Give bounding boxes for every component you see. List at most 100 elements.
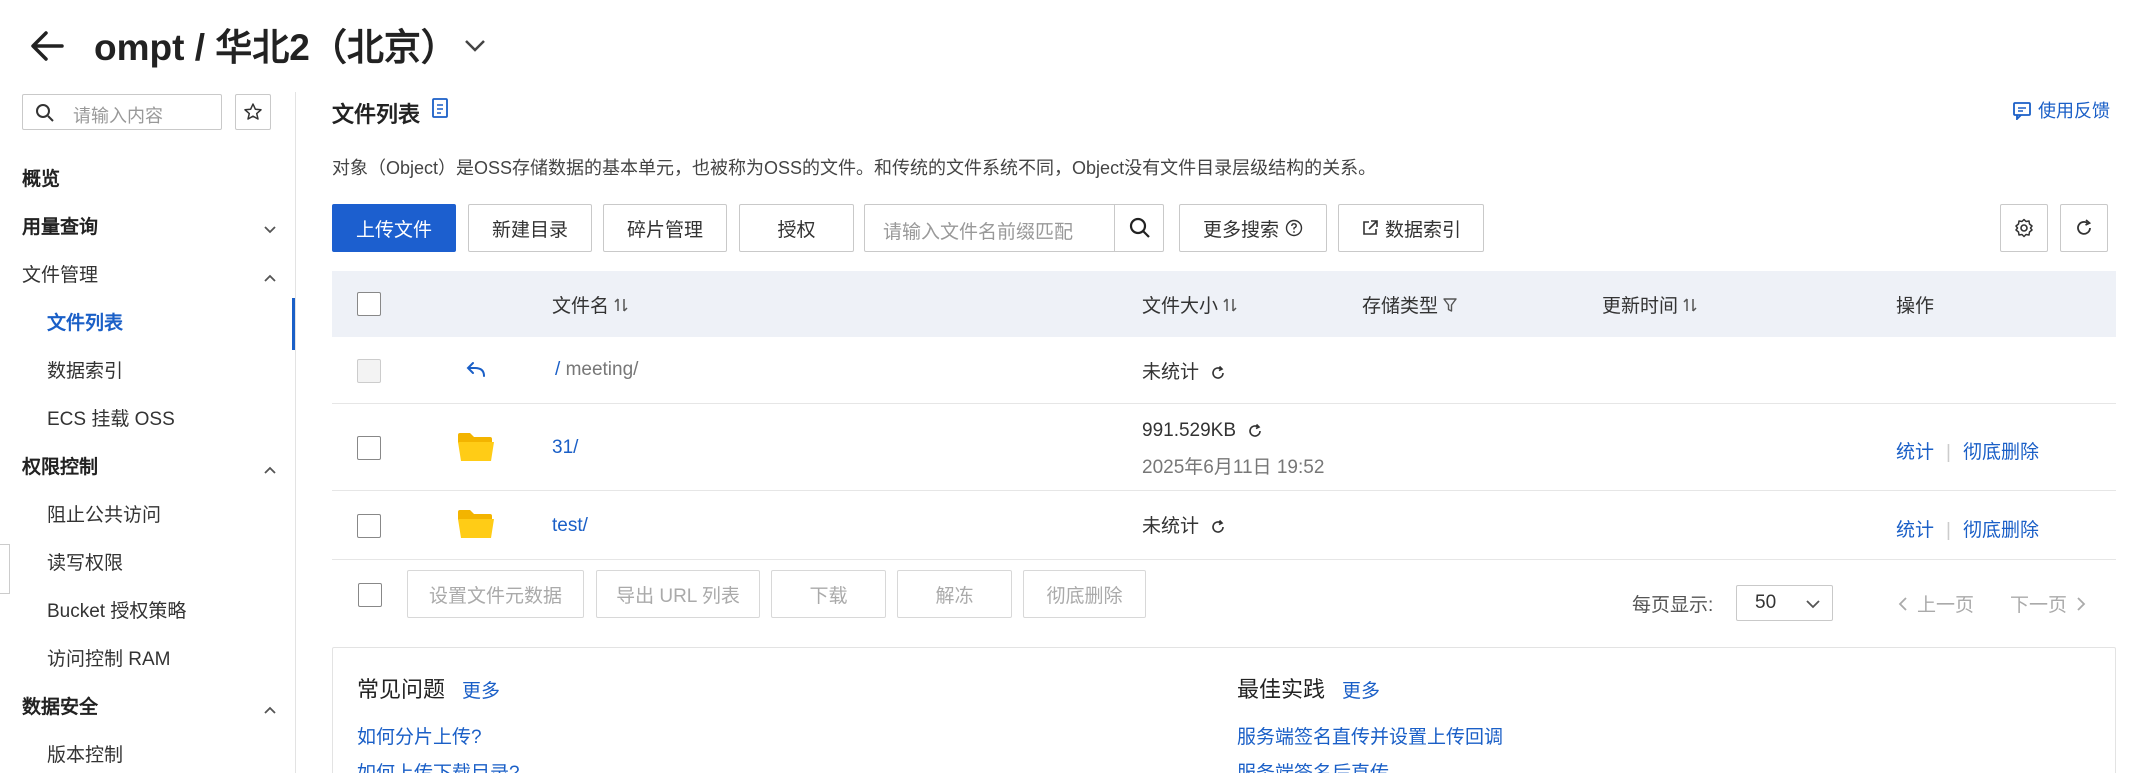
document-icon[interactable]: [430, 97, 450, 119]
sidebar-item-data-security[interactable]: 数据安全: [22, 695, 98, 721]
data-index-button[interactable]: 数据索引: [1338, 204, 1484, 252]
sidebar-collapse-handle[interactable]: [0, 544, 10, 594]
stat-link[interactable]: 统计: [1896, 520, 1934, 541]
next-page-label: 下一页: [2010, 595, 2068, 616]
parent-path[interactable]: / meeting/: [555, 359, 638, 381]
best-practice-link[interactable]: 服务端签名直传并设置上传回调: [1237, 722, 1503, 749]
refresh-icon[interactable]: [1247, 423, 1263, 439]
gear-icon: [2015, 218, 2033, 238]
chevron-up-icon[interactable]: [262, 462, 278, 478]
new-directory-button[interactable]: 新建目录: [468, 204, 592, 252]
parent-size-value: 未统计: [1142, 362, 1200, 383]
sidebar-item-usage[interactable]: 用量查询: [22, 215, 98, 241]
file-name-link[interactable]: 31/: [552, 437, 578, 459]
fragments-label: 碎片管理: [626, 219, 703, 241]
table-header: 文件名 文件大小 存储类型 更新时间 操作: [332, 271, 2116, 337]
sidebar-item-versioning[interactable]: 版本控制: [47, 743, 123, 769]
chevron-up-icon[interactable]: [262, 702, 278, 718]
sidebar-item-access-control[interactable]: 权限控制: [22, 455, 98, 481]
chevron-down-icon[interactable]: [262, 222, 278, 238]
settings-button[interactable]: [2000, 204, 2048, 252]
delete-link[interactable]: 彻底删除: [1963, 442, 2039, 463]
row-checkbox[interactable]: [357, 514, 381, 538]
favorite-button[interactable]: [235, 94, 271, 130]
authorize-button[interactable]: 授权: [739, 204, 854, 252]
sort-icon[interactable]: [613, 296, 629, 314]
chevron-down-icon[interactable]: [460, 30, 490, 60]
best-practice-header: 最佳实践 更多: [1237, 672, 1380, 704]
unfreeze-button[interactable]: 解冻: [897, 570, 1012, 618]
upload-button[interactable]: 上传文件: [332, 204, 456, 252]
select-all-checkbox[interactable]: [357, 292, 381, 316]
sidebar-item-ram[interactable]: 访问控制 RAM: [47, 647, 171, 673]
sidebar-item-bucket-policy[interactable]: Bucket 授权策略: [47, 599, 186, 625]
bulk-delete-label: 彻底删除: [1046, 585, 1123, 607]
sidebar-item-file-list[interactable]: 文件列表: [47, 311, 123, 337]
data-index-label: 数据索引: [1384, 219, 1461, 241]
download-button[interactable]: 下载: [771, 570, 886, 618]
unfreeze-label: 解冻: [935, 585, 974, 607]
sidebar-item-file-management[interactable]: 文件管理: [22, 263, 98, 289]
authorize-label: 授权: [777, 219, 816, 241]
stat-link[interactable]: 统计: [1896, 442, 1934, 463]
search-icon: [36, 104, 54, 122]
return-arrow-icon[interactable]: [464, 359, 488, 381]
file-name-link[interactable]: test/: [552, 515, 588, 537]
column-size[interactable]: 文件大小: [1142, 291, 1238, 318]
row-checkbox[interactable]: [357, 436, 381, 460]
file-date: 2025年6月11日 19:52: [1142, 457, 1325, 478]
sidebar-search-input[interactable]: 请输入内容: [22, 94, 222, 130]
per-page-select[interactable]: 50: [1736, 585, 1833, 621]
chevron-up-icon[interactable]: [262, 270, 278, 286]
best-practice-link[interactable]: 服务端签名后直传: [1237, 758, 1389, 773]
fragments-button[interactable]: 碎片管理: [603, 204, 727, 252]
column-updated[interactable]: 更新时间: [1602, 291, 1698, 318]
chevron-right-icon: [2077, 596, 2086, 611]
file-search-button[interactable]: [1114, 204, 1164, 252]
refresh-button[interactable]: [2060, 204, 2108, 252]
sidebar-search-placeholder: 请输入内容: [73, 106, 163, 126]
table-row-parent[interactable]: / meeting/ 未统计: [332, 337, 2116, 404]
sidebar-item-rw-permission[interactable]: 读写权限: [47, 551, 123, 577]
delete-link[interactable]: 彻底删除: [1963, 520, 2039, 541]
table-row[interactable]: 31/ 991.529KB 2025年6月11日 19:52 统计 | 彻底删除: [332, 404, 2116, 491]
refresh-icon: [2077, 219, 2092, 235]
sort-icon[interactable]: [1222, 296, 1238, 314]
row-actions: 统计 | 彻底删除: [1896, 437, 2039, 464]
footer-select-all-checkbox[interactable]: [358, 583, 382, 607]
prev-page-button[interactable]: 上一页: [1897, 590, 1974, 617]
sort-icon[interactable]: [1682, 296, 1698, 314]
star-icon: [244, 103, 262, 120]
faq-link[interactable]: 如何上传下载目录?: [357, 758, 520, 773]
feedback-link[interactable]: 使用反馈: [2012, 97, 2110, 123]
refresh-icon[interactable]: [1210, 365, 1226, 381]
column-storage[interactable]: 存储类型: [1362, 291, 1458, 318]
table-row[interactable]: test/ 未统计 统计 | 彻底删除: [332, 491, 2116, 560]
export-url-button[interactable]: 导出 URL 列表: [596, 570, 760, 618]
faq-more-link[interactable]: 更多: [462, 681, 500, 702]
sidebar-item-block-public[interactable]: 阻止公共访问: [47, 503, 161, 529]
file-size: 未统计: [1142, 511, 1226, 538]
folder-icon: [458, 433, 494, 461]
set-metadata-button[interactable]: 设置文件元数据: [407, 570, 584, 618]
sidebar-item-overview[interactable]: 概览: [22, 167, 60, 193]
feedback-icon: [2013, 102, 2031, 120]
refresh-icon[interactable]: [1210, 519, 1226, 535]
next-page-button[interactable]: 下一页: [2010, 590, 2087, 617]
parent-size: 未统计: [1142, 357, 1226, 384]
more-search-button[interactable]: 更多搜索: [1179, 204, 1327, 252]
filter-icon[interactable]: [1442, 296, 1458, 314]
bulk-delete-button[interactable]: 彻底删除: [1023, 570, 1146, 618]
chevron-down-icon: [1806, 600, 1820, 609]
back-arrow-icon[interactable]: [26, 24, 70, 68]
column-name[interactable]: 文件名: [552, 291, 629, 318]
best-practice-more-link[interactable]: 更多: [1342, 681, 1380, 702]
sidebar-item-data-index[interactable]: 数据索引: [47, 359, 123, 385]
sidebar-item-ecs-mount[interactable]: ECS 挂载 OSS: [47, 407, 175, 433]
column-name-label: 文件名: [552, 296, 610, 317]
external-link-icon: [1363, 220, 1378, 235]
sidebar-divider: [295, 92, 296, 773]
faq-link[interactable]: 如何分片上传?: [357, 722, 482, 749]
column-storage-label: 存储类型: [1362, 296, 1439, 317]
faq-title: 常见问题: [357, 677, 446, 702]
